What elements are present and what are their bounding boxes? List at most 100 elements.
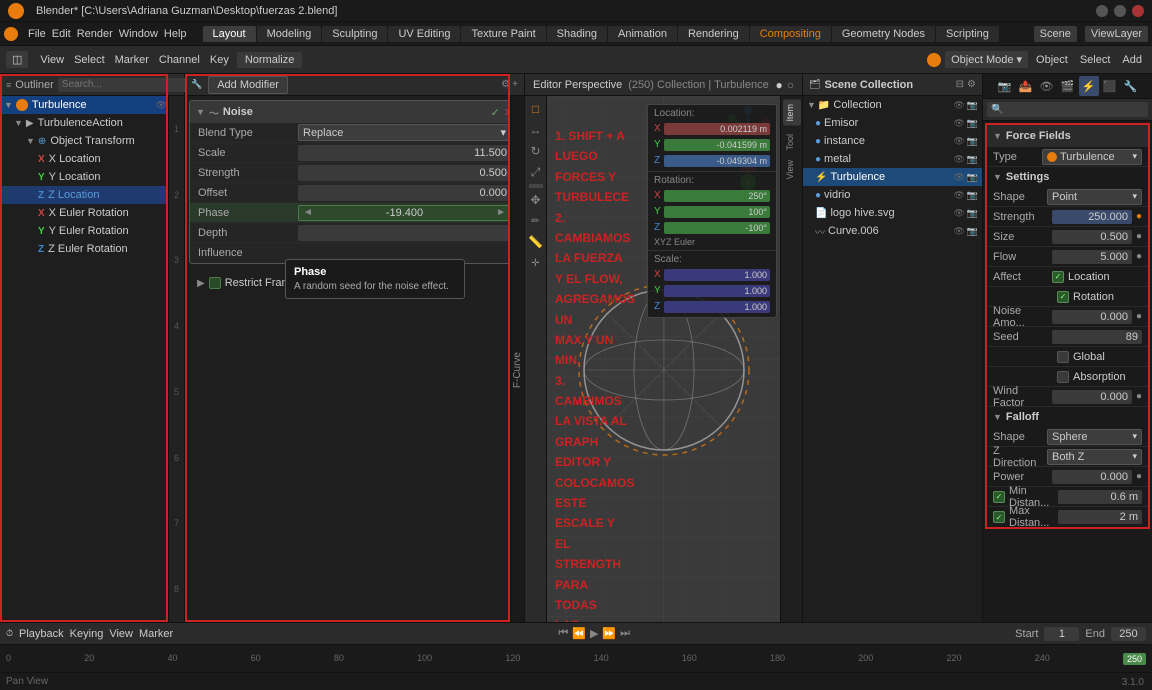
rotation-y-value[interactable]: 100° — [664, 206, 770, 218]
end-frame-input[interactable] — [1111, 627, 1146, 641]
filter-icon[interactable]: ⊟ — [956, 79, 964, 90]
ff-falloff-header[interactable]: ▼ Falloff — [987, 407, 1148, 427]
jump-start-icon[interactable]: ⏮ — [558, 627, 568, 640]
tab-layout[interactable]: Layout — [203, 26, 256, 42]
prop-search-input[interactable] — [987, 102, 1148, 117]
rotation-z-value[interactable]: -100° — [664, 222, 770, 234]
max-dist-checkbox[interactable]: ✓ — [993, 511, 1005, 523]
outliner-item-xloc[interactable]: X X Location 🔒 — [0, 150, 184, 168]
viewport-solid-icon[interactable]: ● — [776, 78, 783, 92]
curve-eye-icon[interactable]: 👁 — [953, 226, 964, 237]
offset-field[interactable] — [298, 185, 511, 201]
ff-max-dist-value[interactable]: 2 m — [1058, 510, 1142, 524]
view-layer-name[interactable]: ViewLayer — [1085, 26, 1148, 42]
scale-x-value[interactable]: 1.000 — [664, 269, 770, 281]
next-frame-icon[interactable]: ⏩ — [602, 627, 616, 640]
ff-strength-dot[interactable]: ● — [1136, 211, 1142, 222]
menu-help[interactable]: Help — [164, 28, 187, 40]
menu-edit[interactable]: Edit — [52, 28, 71, 40]
ff-seed-value[interactable]: 89 — [1052, 330, 1142, 344]
turb-cam-icon[interactable]: 📷 — [967, 172, 978, 183]
eye-icon[interactable]: 👁 — [155, 100, 166, 111]
scene-name[interactable]: Scene — [1034, 26, 1077, 42]
outliner-search[interactable] — [58, 78, 198, 92]
playback-menu[interactable]: Playback — [19, 628, 64, 640]
ff-size-value[interactable]: 0.500 — [1052, 230, 1132, 244]
prev-frame-icon[interactable]: ⏪ — [572, 627, 586, 640]
inst-cam-icon[interactable]: 📷 — [967, 136, 978, 147]
restrict-frame-checkbox[interactable] — [209, 277, 221, 289]
tool-move[interactable]: ↔ — [527, 121, 545, 139]
timeline-ruler[interactable]: 0 20 40 60 80 100 120 140 160 180 200 22… — [0, 645, 1152, 672]
vid-cam-icon[interactable]: 📷 — [967, 190, 978, 201]
global-checkbox[interactable] — [1057, 351, 1069, 363]
menu-render[interactable]: Render — [77, 28, 113, 40]
viewport-canvas[interactable]: X Y □ ↔ ↻ ⤢ ✥ ✏ 📏 ✛ — [525, 96, 802, 622]
jump-end-icon[interactable]: ⏭ — [620, 627, 630, 640]
prop-modifier-icon[interactable]: 🔧 — [1121, 76, 1141, 96]
viewport-wire-icon[interactable]: ○ — [787, 78, 794, 92]
location-z-value[interactable]: -0.049304 m — [664, 155, 770, 167]
object-mode-selector[interactable]: Object Mode ▾ — [945, 51, 1028, 68]
met-eye-icon[interactable]: 👁 — [953, 154, 964, 165]
tab-animation[interactable]: Animation — [608, 26, 677, 42]
settings-icon[interactable]: ⚙ — [967, 79, 976, 90]
marker-menu-tl[interactable]: Marker — [139, 628, 173, 640]
depth-field[interactable] — [298, 225, 511, 241]
tab-view[interactable]: View — [783, 156, 801, 183]
tab-scripting[interactable]: Scripting — [936, 26, 999, 42]
scale-y-value[interactable]: 1.000 — [664, 285, 770, 297]
vid-eye-icon[interactable]: 👁 — [953, 190, 964, 201]
logo-cam-icon[interactable]: 📷 — [967, 208, 978, 219]
strength-field[interactable] — [298, 165, 511, 181]
location-checkbox[interactable]: ✓ — [1052, 271, 1064, 283]
editor-type-selector[interactable]: ◫ — [6, 51, 28, 68]
ff-strength-value[interactable]: 250.000 — [1052, 210, 1132, 224]
tab-modeling[interactable]: Modeling — [257, 26, 322, 42]
collection-item-emisor[interactable]: ● Emisor 👁 📷 — [803, 114, 982, 132]
logo-eye-icon[interactable]: 👁 — [953, 208, 964, 219]
prop-physics-icon[interactable]: ⚡ — [1079, 76, 1099, 96]
collection-item-curve[interactable]: 〰 Curve.006 👁 📷 — [803, 222, 982, 240]
turb-eye-icon[interactable]: 👁 — [953, 172, 964, 183]
tab-texture-paint[interactable]: Texture Paint — [461, 26, 545, 42]
outliner-item-transform[interactable]: ▼ ⊕ Object Transform 🔒 — [0, 132, 184, 150]
prop-output-icon[interactable]: 📤 — [1016, 76, 1036, 96]
scale-z-value[interactable]: 1.000 — [664, 301, 770, 313]
collection-item-vidrio[interactable]: ● vidrio 👁 📷 — [803, 186, 982, 204]
normalize-button[interactable]: Normalize — [237, 52, 303, 68]
outliner-item-turbulence[interactable]: ▼ Turbulence 👁 📷 — [0, 96, 184, 114]
tool-transform[interactable]: ✥ — [527, 191, 545, 209]
rotation-x-value[interactable]: 250° — [664, 190, 770, 202]
viewport-sphere-icon[interactable] — [927, 53, 941, 67]
rotation-checkbox[interactable]: ✓ — [1057, 291, 1069, 303]
keying-menu[interactable]: Keying — [70, 628, 104, 640]
outliner-item-zloc[interactable]: Z Z Location 🔒 — [0, 186, 184, 204]
phase-next-icon[interactable]: ► — [496, 207, 506, 218]
ff-type-selector[interactable]: Turbulence ▾ — [1042, 149, 1142, 165]
tool-measure[interactable]: 📏 — [527, 233, 545, 251]
outliner-item-xeuler[interactable]: X X Euler Rotation 🔒 — [0, 204, 184, 222]
tool-select-box[interactable]: □ — [527, 100, 545, 118]
curve-cam-icon[interactable]: 📷 — [967, 226, 978, 237]
absorption-checkbox[interactable] — [1057, 371, 1069, 383]
em-eye-icon[interactable]: 👁 — [953, 118, 964, 129]
marker-menu[interactable]: Marker — [111, 54, 153, 66]
outliner-item-yeuler[interactable]: Y Y Euler Rotation 🔒 — [0, 222, 184, 240]
prop-render-icon[interactable]: 📷 — [995, 76, 1015, 96]
collection-item-instance[interactable]: ● instance 👁 📷 — [803, 132, 982, 150]
location-x-value[interactable]: 0.002119 m — [664, 123, 770, 135]
noise-check-icon[interactable]: ✓ — [491, 106, 500, 119]
scale-field[interactable] — [298, 145, 511, 161]
col-eye-icon[interactable]: 👁 — [953, 100, 964, 111]
col-cam-icon[interactable]: 📷 — [967, 100, 978, 111]
close-button[interactable] — [1132, 5, 1144, 17]
inst-eye-icon[interactable]: 👁 — [953, 136, 964, 147]
tab-item[interactable]: Item — [783, 100, 801, 126]
tool-scale[interactable]: ⤢ — [527, 163, 545, 181]
outliner-item-action[interactable]: ▼ ▶ TurbulenceAction — [0, 114, 184, 132]
collection-item-metal[interactable]: ● metal 👁 📷 — [803, 150, 982, 168]
prop-scene-icon[interactable]: 🎬 — [1058, 76, 1078, 96]
phase-prev-icon[interactable]: ◄ — [303, 207, 313, 218]
key-menu[interactable]: Key — [206, 54, 233, 66]
